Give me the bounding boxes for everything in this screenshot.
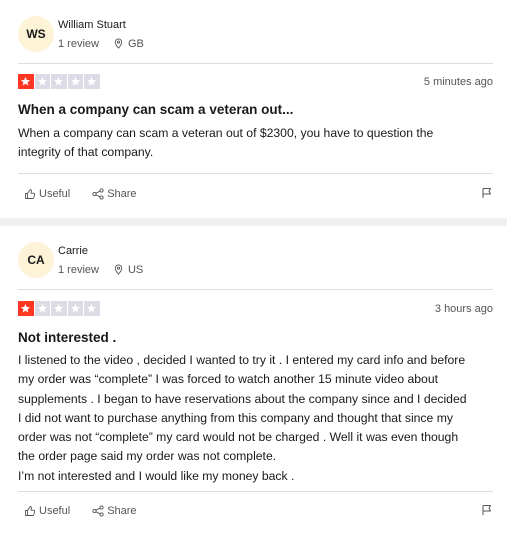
- star-icon: [34, 74, 50, 89]
- reviewer-header[interactable]: CA Carrie 1 review US: [18, 240, 143, 280]
- reviewer-country: GB: [127, 37, 144, 50]
- thumbs-up-icon: [25, 189, 36, 199]
- avatar[interactable]: CA: [18, 242, 54, 278]
- pin-icon: [114, 264, 123, 275]
- star-icon: [84, 74, 100, 89]
- reviewer-meta: 1 review US: [58, 264, 143, 276]
- review-time: 3 hours ago: [434, 302, 493, 315]
- review-actions: Useful Share: [24, 502, 493, 520]
- star-icon: [67, 74, 83, 89]
- review-text: I listened to the video , decided I want…: [18, 353, 467, 464]
- star-icon: [51, 74, 67, 89]
- star-icon: [84, 301, 100, 316]
- star-icon: [18, 301, 34, 316]
- reviewer-header[interactable]: WS William Stuart 1 review GB: [18, 14, 144, 54]
- reviewer-name[interactable]: Carrie: [58, 245, 143, 257]
- star-rating: [18, 74, 100, 89]
- share-button[interactable]: Share: [92, 188, 137, 200]
- useful-button[interactable]: Useful: [24, 505, 70, 517]
- useful-label: Useful: [39, 505, 71, 517]
- divider: [18, 63, 493, 64]
- reviewer-name[interactable]: William Stuart: [58, 19, 144, 31]
- flag-icon[interactable]: [481, 187, 493, 199]
- thumbs-up-icon: [25, 506, 36, 516]
- reviewer-country: US: [127, 263, 144, 276]
- avatar[interactable]: WS: [18, 16, 54, 52]
- reviewer-info: Carrie 1 review US: [58, 245, 143, 276]
- pin-icon: [114, 38, 123, 49]
- star-icon: [34, 301, 50, 316]
- review-text: I’m not interested and I would like my m…: [18, 468, 295, 483]
- useful-button[interactable]: Useful: [24, 188, 70, 200]
- share-button[interactable]: Share: [92, 505, 137, 517]
- review-text: When a company can scam a veteran out of…: [18, 126, 434, 160]
- reviewer-meta: 1 review GB: [58, 38, 144, 50]
- review-body: When a company can scam a veteran out of…: [18, 124, 467, 163]
- review-title[interactable]: When a company can scam a veteran out...: [18, 102, 293, 117]
- flag-icon[interactable]: [481, 504, 493, 516]
- divider: [18, 491, 493, 492]
- reviewer-info: William Stuart 1 review GB: [58, 19, 144, 50]
- review-count: 1 review: [58, 37, 99, 50]
- divider: [18, 173, 493, 174]
- review-count: 1 review: [58, 263, 99, 276]
- review-title[interactable]: Not interested .: [18, 330, 116, 345]
- useful-label: Useful: [39, 188, 71, 200]
- review-actions: Useful Share: [24, 185, 493, 203]
- review-card: WS William Stuart 1 review GB 5 minutes …: [0, 0, 507, 218]
- review-card: CA Carrie 1 review US 3 hours ago Not in…: [0, 226, 507, 539]
- share-icon: [92, 505, 104, 517]
- rating-row: 3 hours ago: [18, 301, 493, 316]
- star-icon: [51, 301, 67, 316]
- share-icon: [92, 188, 104, 200]
- review-time: 5 minutes ago: [423, 75, 493, 88]
- review-body: I listened to the video , decided I want…: [18, 351, 471, 486]
- star-icon: [18, 74, 34, 89]
- star-icon: [67, 301, 83, 316]
- divider: [18, 289, 493, 290]
- share-label: Share: [107, 188, 137, 200]
- rating-row: 5 minutes ago: [18, 74, 493, 89]
- share-label: Share: [107, 505, 137, 517]
- star-rating: [18, 301, 100, 316]
